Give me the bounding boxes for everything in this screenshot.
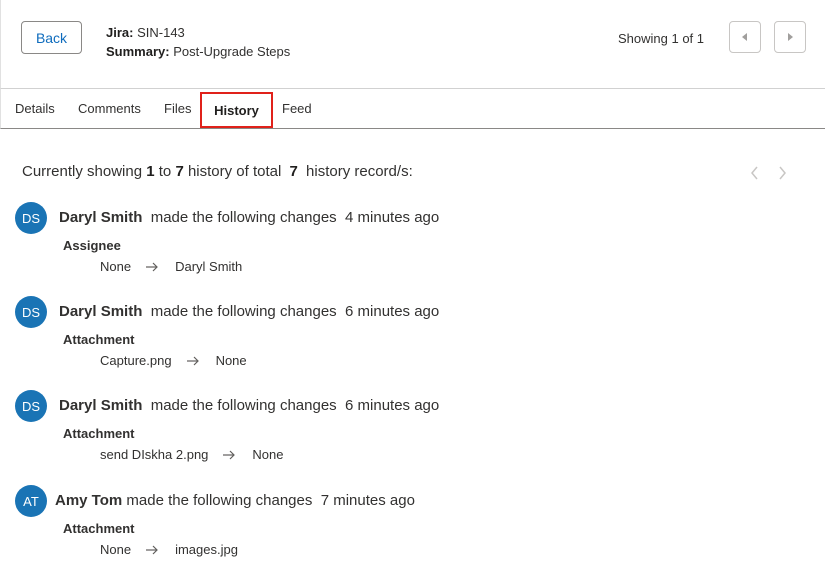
back-button[interactable]: Back [21,21,82,54]
tab-feed[interactable]: Feed [282,89,312,128]
range-from: 1 [146,163,155,180]
history-record: DS Daryl Smith made the following change… [0,202,825,292]
record-time: 7 minutes ago [320,492,415,509]
ticket-info: Jira: SIN-143 Summary: Post-Upgrade Step… [106,23,290,61]
previous-ticket-button[interactable] [729,21,761,53]
next-ticket-button[interactable] [774,21,806,53]
history-prev-page-button[interactable] [747,165,761,181]
new-value: Daryl Smith [175,259,243,274]
arrow-right-icon [222,450,238,460]
tab-files[interactable]: Files [164,89,191,128]
jira-label: Jira: [106,25,134,40]
record-action: made the following changes [126,492,313,509]
avatar: AT [15,485,47,517]
author-name: Amy Tom [55,492,123,509]
history-record: DS Daryl Smith made the following change… [0,296,825,386]
avatar: DS [15,390,47,422]
changed-field: Attachment [63,426,135,441]
jira-id: SIN-143 [137,25,185,40]
range-to: 7 [175,163,184,180]
jira-line: Jira: SIN-143 [106,23,290,42]
tab-comments[interactable]: Comments [78,89,141,128]
new-value: None [252,447,284,462]
old-value: Capture.png [100,353,172,368]
tab-bar: Details Comments Files History Feed [0,89,825,129]
range-to-word: to [158,163,172,180]
chevron-right-icon [778,166,786,180]
record-action: made the following changes [150,209,337,226]
summary-suffix: history record/s: [306,163,413,180]
new-value: None [215,353,247,368]
change-values: None images.jpg [100,542,238,557]
summary-label: Summary: [106,44,170,59]
history-summary: Currently showing 1 to 7 history of tota… [22,163,413,180]
old-value: None [100,542,132,557]
old-value: None [100,259,132,274]
arrow-right-icon [145,262,161,272]
chevron-left-icon [750,166,758,180]
author-name: Daryl Smith [59,209,143,226]
change-values: send DIskha 2.png None [100,447,283,462]
history-next-page-button[interactable] [775,165,789,181]
changed-field: Assignee [63,238,121,253]
changed-field: Attachment [63,332,135,347]
total-count: 7 [289,163,298,180]
caret-left-icon [742,33,747,41]
old-value: send DIskha 2.png [100,447,209,462]
new-value: images.jpg [175,542,238,557]
record-time: 6 minutes ago [345,303,440,320]
avatar: DS [15,296,47,328]
ticket-header: Back Jira: SIN-143 Summary: Post-Upgrade… [0,0,825,89]
record-action: made the following changes [150,397,337,414]
tab-history[interactable]: History [200,92,273,128]
changed-field: Attachment [63,521,135,536]
record-time: 4 minutes ago [345,209,440,226]
avatar: DS [15,202,47,234]
summary-mid: history of total [187,163,282,180]
summary-prefix: Currently showing [22,163,143,180]
history-record: DS Daryl Smith made the following change… [0,390,825,480]
tab-details[interactable]: Details [15,89,55,128]
record-time: 6 minutes ago [345,397,440,414]
record-headline: Daryl Smith made the following changes 4… [59,209,439,226]
change-values: Capture.png None [100,353,247,368]
record-headline: Daryl Smith made the following changes 6… [59,303,439,320]
summary-value: Post-Upgrade Steps [173,44,291,59]
caret-right-icon [788,33,793,41]
author-name: Daryl Smith [59,303,143,320]
record-headline: Daryl Smith made the following changes 6… [59,397,439,414]
history-record: AT Amy Tom made the following changes 7 … [0,485,825,567]
author-name: Daryl Smith [59,397,143,414]
arrow-right-icon [145,545,161,555]
arrow-right-icon [186,356,202,366]
summary-line: Summary: Post-Upgrade Steps [106,42,290,61]
record-action: made the following changes [150,303,337,320]
record-headline: Amy Tom made the following changes 7 min… [55,492,415,509]
showing-count: Showing 1 of 1 [618,31,705,46]
change-values: None Daryl Smith [100,259,242,274]
